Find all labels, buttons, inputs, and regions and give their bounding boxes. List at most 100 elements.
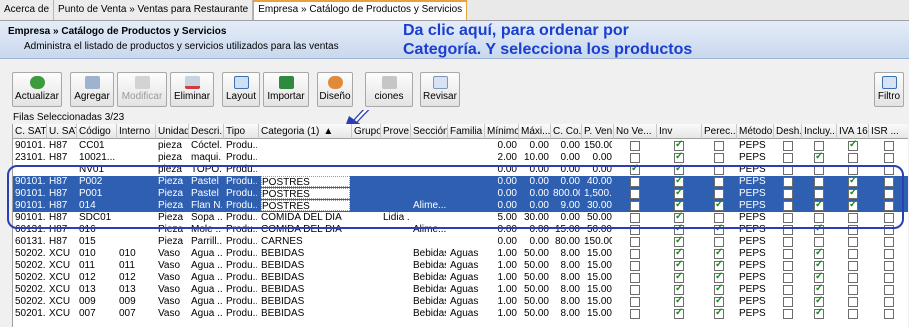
- column-header[interactable]: Sección: [411, 124, 448, 139]
- nov-checkbox[interactable]: [630, 189, 640, 199]
- column-header[interactable]: U. SAT: [47, 124, 77, 139]
- inv-checkbox[interactable]: [674, 199, 684, 211]
- column-header[interactable]: ISR ...: [869, 124, 908, 139]
- tab-catalogo[interactable]: Empresa » Catálogo de Productos y Servic…: [253, 0, 468, 20]
- iva-checkbox[interactable]: [848, 309, 858, 319]
- nov-checkbox[interactable]: [630, 177, 640, 187]
- column-header[interactable]: P. Ven...: [582, 124, 614, 139]
- column-header[interactable]: Unidad: [156, 124, 189, 139]
- isr-checkbox[interactable]: [884, 141, 894, 151]
- column-header[interactable]: Desh...: [774, 124, 802, 139]
- iva-checkbox[interactable]: [848, 261, 858, 271]
- per-checkbox[interactable]: [714, 271, 724, 283]
- desh-checkbox[interactable]: [783, 297, 793, 307]
- isr-checkbox[interactable]: [884, 153, 894, 163]
- nov-checkbox[interactable]: [630, 297, 640, 307]
- desh-checkbox[interactable]: [783, 309, 793, 319]
- isr-checkbox[interactable]: [884, 249, 894, 259]
- per-checkbox[interactable]: [714, 165, 724, 175]
- isr-checkbox[interactable]: [884, 273, 894, 283]
- column-header[interactable]: Inv: [657, 124, 702, 139]
- incl-checkbox[interactable]: [814, 213, 824, 223]
- column-header[interactable]: Código: [77, 124, 117, 139]
- desh-checkbox[interactable]: [783, 261, 793, 271]
- delete-button[interactable]: Eliminar: [170, 72, 214, 107]
- desh-checkbox[interactable]: [783, 285, 793, 295]
- inv-checkbox[interactable]: [674, 187, 684, 199]
- column-header[interactable]: C. SAT: [13, 124, 47, 139]
- inv-checkbox[interactable]: [674, 235, 684, 247]
- inv-checkbox[interactable]: [674, 223, 684, 235]
- desh-checkbox[interactable]: [783, 249, 793, 259]
- column-header[interactable]: No Ve...: [614, 124, 657, 139]
- per-checkbox[interactable]: [714, 237, 724, 247]
- incl-checkbox[interactable]: [814, 247, 824, 259]
- isr-checkbox[interactable]: [884, 297, 894, 307]
- inv-checkbox[interactable]: [674, 139, 684, 151]
- isr-checkbox[interactable]: [884, 261, 894, 271]
- table-row[interactable]: 60131... H87 015 Pieza Parrill... Produ... CAR…: [13, 235, 908, 248]
- per-checkbox[interactable]: [714, 213, 724, 223]
- inv-checkbox[interactable]: [674, 271, 684, 283]
- tab-punto-de-venta[interactable]: Punto de Venta » Ventas para Restaurante: [54, 0, 254, 20]
- inv-checkbox[interactable]: [674, 163, 684, 175]
- filter-button[interactable]: Filtro: [874, 72, 904, 107]
- isr-checkbox[interactable]: [884, 225, 894, 235]
- iva-checkbox[interactable]: [848, 153, 858, 163]
- iva-checkbox[interactable]: [848, 199, 858, 211]
- per-checkbox[interactable]: [714, 153, 724, 163]
- inv-checkbox[interactable]: [674, 151, 684, 163]
- column-header[interactable]: Prove...: [381, 124, 411, 139]
- desh-checkbox[interactable]: [783, 201, 793, 211]
- column-header[interactable]: Categoria (1) ▲: [259, 124, 352, 139]
- desh-checkbox[interactable]: [783, 189, 793, 199]
- desh-checkbox[interactable]: [783, 225, 793, 235]
- iva-checkbox[interactable]: [848, 139, 858, 151]
- table-row[interactable]: 50202... XCU 013 013 Vaso Agua ... Produ... BEB…: [13, 283, 908, 296]
- iva-checkbox[interactable]: [848, 175, 858, 187]
- nov-checkbox[interactable]: [630, 213, 640, 223]
- desh-checkbox[interactable]: [783, 237, 793, 247]
- incl-checkbox[interactable]: [814, 307, 824, 319]
- nov-checkbox[interactable]: [630, 201, 640, 211]
- nov-checkbox[interactable]: [630, 237, 640, 247]
- column-header[interactable]: Incluy...: [802, 124, 837, 139]
- iva-checkbox[interactable]: [848, 249, 858, 259]
- column-header[interactable]: C. Co...: [551, 124, 582, 139]
- incl-checkbox[interactable]: [814, 141, 824, 151]
- per-checkbox[interactable]: [714, 247, 724, 259]
- column-header[interactable]: IVA 16: [837, 124, 869, 139]
- nov-checkbox[interactable]: [630, 225, 640, 235]
- isr-checkbox[interactable]: [884, 201, 894, 211]
- incl-checkbox[interactable]: [814, 165, 824, 175]
- per-checkbox[interactable]: [714, 177, 724, 187]
- table-row[interactable]: NV01 pieza TOPO... Produ... 0.00 0.00 0.00 0.00…: [13, 163, 908, 176]
- isr-checkbox[interactable]: [884, 189, 894, 199]
- desh-checkbox[interactable]: [783, 165, 793, 175]
- iva-checkbox[interactable]: [848, 187, 858, 199]
- incl-checkbox[interactable]: [814, 189, 824, 199]
- iva-checkbox[interactable]: [848, 285, 858, 295]
- add-button[interactable]: Agregar: [70, 72, 114, 107]
- incl-checkbox[interactable]: [814, 271, 824, 283]
- isr-checkbox[interactable]: [884, 309, 894, 319]
- incl-checkbox[interactable]: [814, 151, 824, 163]
- table-row[interactable]: 60131... H87 016 Pieza Mole ... Produ... COMID…: [13, 223, 908, 236]
- desh-checkbox[interactable]: [783, 177, 793, 187]
- isr-checkbox[interactable]: [884, 285, 894, 295]
- incl-checkbox[interactable]: [814, 295, 824, 307]
- column-header[interactable]: Método: [737, 124, 774, 139]
- nov-checkbox[interactable]: [630, 285, 640, 295]
- desh-checkbox[interactable]: [783, 153, 793, 163]
- per-checkbox[interactable]: [714, 189, 724, 199]
- tab-acerca[interactable]: Acerca de: [0, 0, 55, 20]
- nov-checkbox[interactable]: [630, 153, 640, 163]
- design-button[interactable]: Diseño: [317, 72, 353, 107]
- per-checkbox[interactable]: [714, 295, 724, 307]
- nov-checkbox[interactable]: [630, 249, 640, 259]
- desh-checkbox[interactable]: [783, 141, 793, 151]
- incl-checkbox[interactable]: [814, 237, 824, 247]
- desh-checkbox[interactable]: [783, 273, 793, 283]
- table-row[interactable]: 50202... XCU 011 011 Vaso Agua ... Produ... BEB…: [13, 259, 908, 272]
- layout-button[interactable]: Layout: [222, 72, 260, 107]
